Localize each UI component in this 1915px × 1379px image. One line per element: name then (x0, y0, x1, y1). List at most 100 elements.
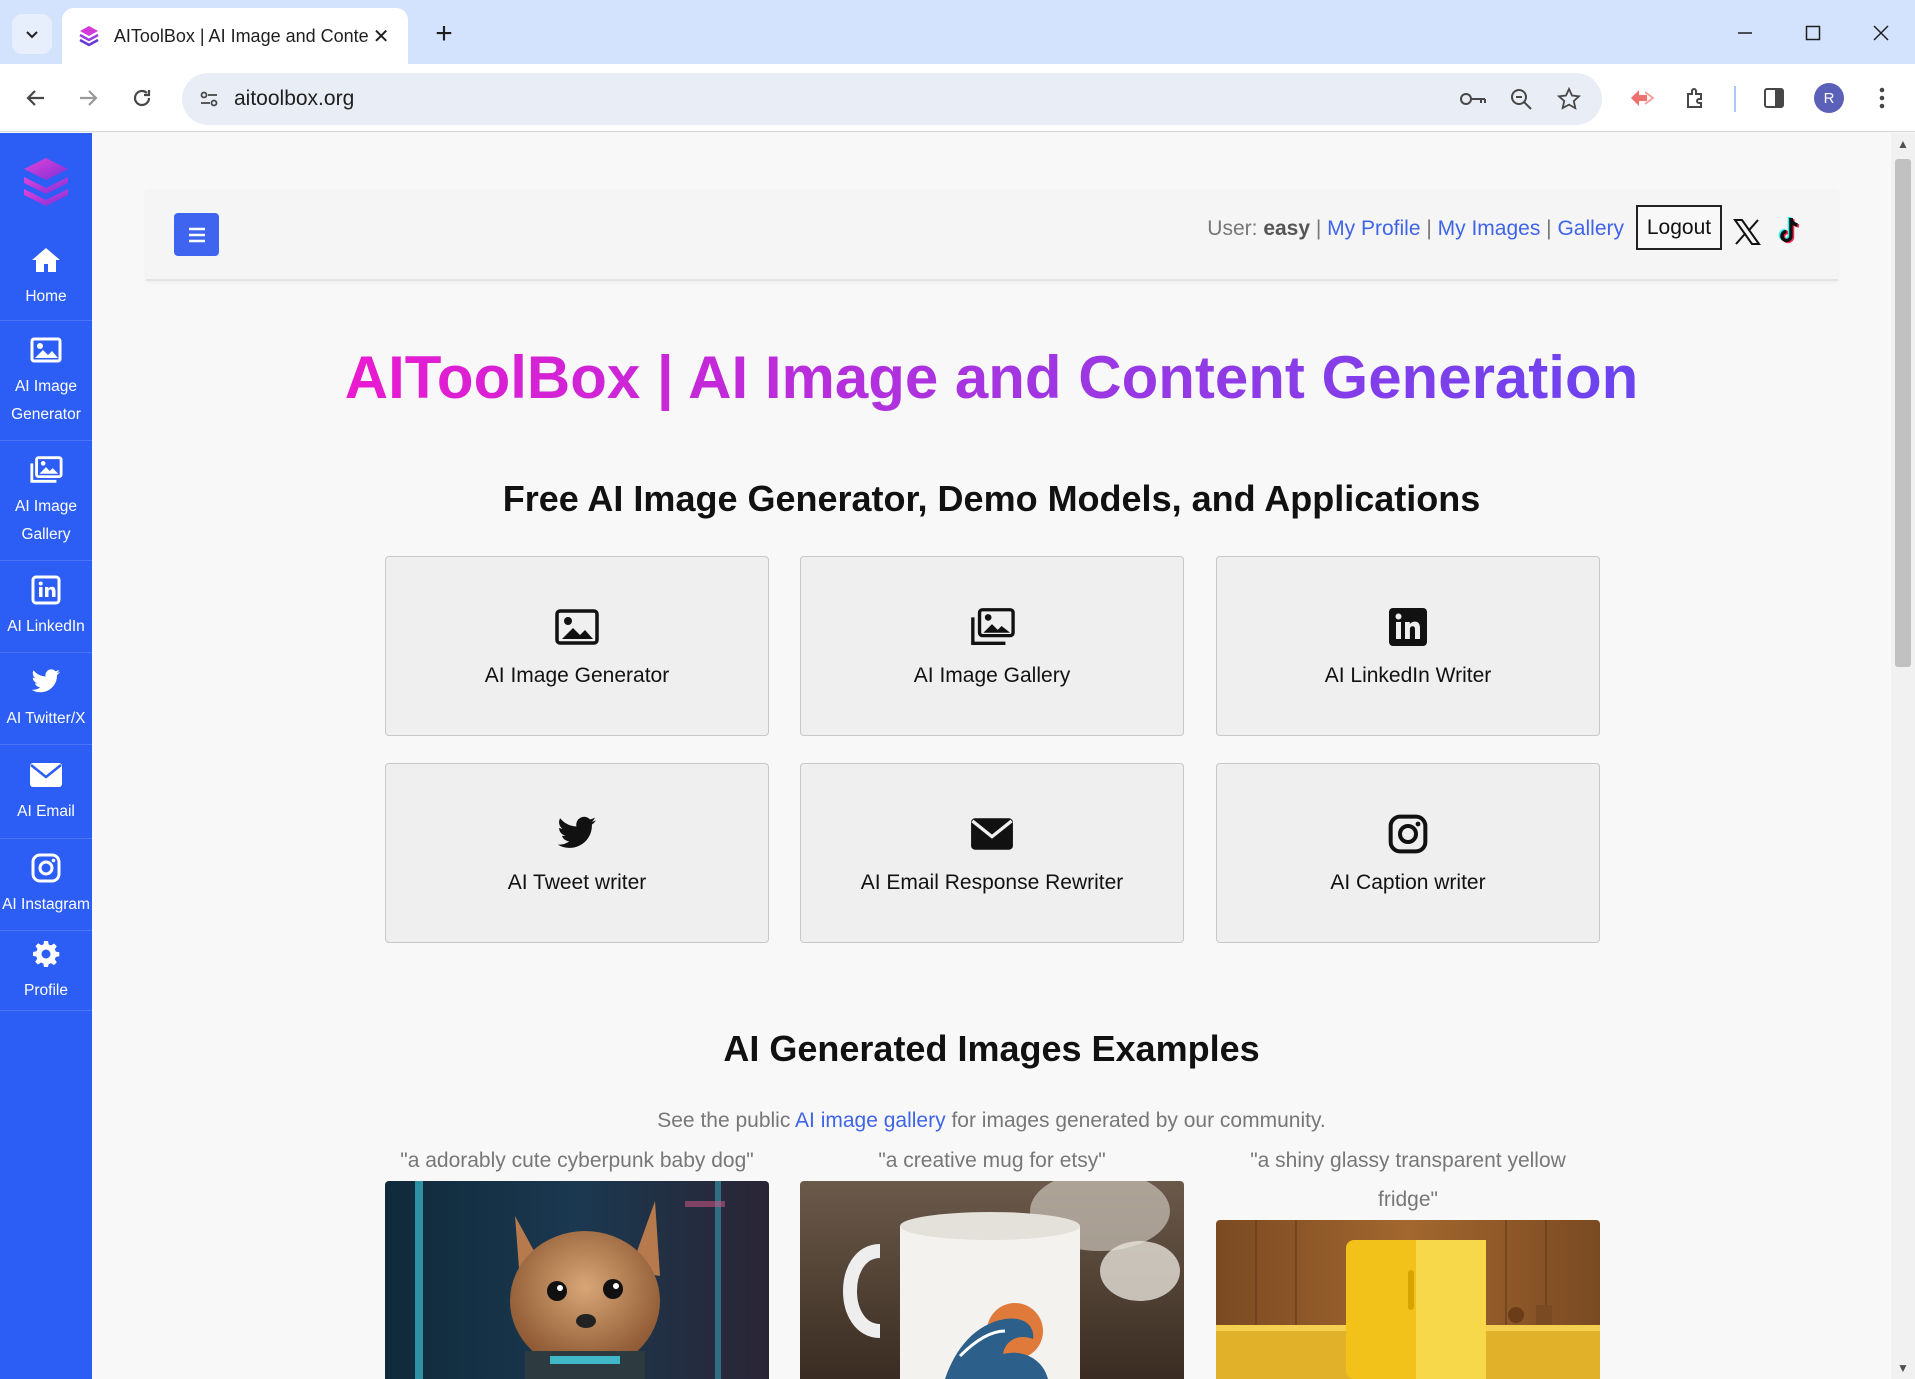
sidebar-item-label: AI Instagram (2, 895, 90, 913)
scroll-down-arrow-icon[interactable]: ▼ (1897, 1361, 1909, 1375)
user-prefix: User: (1207, 217, 1264, 240)
card-label: AI LinkedIn Writer (1324, 664, 1492, 687)
images-icon (969, 604, 1015, 650)
page-title: AIToolBox | AI Image and Content Generat… (92, 343, 1891, 412)
example-image-mug[interactable] (800, 1181, 1184, 1379)
sidebar-item-label: AI LinkedIn (7, 617, 85, 635)
minimize-button[interactable] (1710, 10, 1780, 56)
sidebar-item-ai-twitter[interactable]: AI Twitter/X (0, 653, 92, 745)
sidebar-item-ai-email[interactable]: AI Email (0, 745, 92, 839)
forward-button[interactable] (68, 78, 108, 118)
scroll-thumb[interactable] (1895, 159, 1911, 667)
site-info-icon[interactable] (196, 86, 222, 112)
menu-toggle-button[interactable] (174, 213, 219, 256)
sidebar-item-ai-linkedin[interactable]: AI LinkedIn (0, 561, 92, 653)
x-logo-icon[interactable] (1732, 217, 1762, 247)
top-nav-bar: User: easy | My Profile | My Images | Ga… (146, 189, 1838, 281)
examples-heading: AI Generated Images Examples (723, 1028, 1260, 1069)
card-label: AI Tweet writer (507, 871, 647, 894)
card-ai-image-gallery[interactable]: AI Image Gallery (800, 556, 1184, 736)
sidebar-item-profile[interactable]: Profile (0, 931, 92, 1011)
images-icon (29, 453, 63, 487)
maximize-icon (1805, 25, 1821, 41)
example-image-fridge[interactable] (1216, 1220, 1600, 1379)
extensions-puzzle-icon[interactable] (1674, 76, 1718, 120)
tab-close-icon[interactable]: ✕ (368, 24, 394, 49)
tab-search-button[interactable] (12, 14, 52, 54)
separator: | (1540, 217, 1558, 240)
card-label: AI Caption writer (1330, 871, 1486, 894)
profile-avatar-button[interactable]: R (1807, 76, 1851, 120)
gear-icon (29, 937, 63, 971)
page-scrollbar[interactable]: ▲ ▼ (1891, 133, 1915, 1379)
sidebar: Home AI Image Generator AI Image Gallery… (0, 133, 92, 1379)
chevron-down-icon (26, 31, 38, 39)
avatar: R (1814, 83, 1844, 113)
toolbar-divider (1734, 86, 1736, 112)
example-caption: "a shiny glassy transparent yellow fridg… (1250, 1149, 1566, 1211)
envelope-icon (969, 811, 1015, 857)
my-profile-link[interactable]: My Profile (1327, 217, 1420, 240)
logo-stack-icon (24, 158, 68, 206)
tab-strip: AIToolBox | AI Image and Conte ✕ + (0, 0, 1915, 64)
close-icon (1873, 25, 1889, 41)
sidebar-item-home[interactable]: Home (0, 233, 92, 321)
sidebar-item-label: AI Email (17, 802, 75, 820)
image-icon (554, 604, 600, 650)
scroll-up-arrow-icon[interactable]: ▲ (1897, 137, 1909, 151)
back-button[interactable] (16, 78, 56, 118)
sidebar-item-label: Home (25, 287, 67, 305)
section-subtitle: Free AI Image Generator, Demo Models, an… (502, 478, 1481, 519)
arrow-right-icon (80, 90, 98, 106)
separator: | (1310, 217, 1328, 240)
my-images-link[interactable]: My Images (1438, 217, 1541, 240)
linkedin-icon (1385, 604, 1431, 650)
example-image-dog[interactable] (385, 1181, 769, 1379)
side-panel-icon[interactable] (1752, 76, 1796, 120)
url-text: aitoolbox.org (234, 87, 355, 110)
site-favicon-icon (76, 23, 102, 49)
home-icon (29, 243, 63, 277)
card-ai-image-generator[interactable]: AI Image Generator (385, 556, 769, 736)
new-tab-button[interactable]: + (424, 14, 464, 54)
card-ai-caption-writer[interactable]: AI Caption writer (1216, 763, 1600, 943)
user-links: User: easy | My Profile | My Images | Ga… (1207, 217, 1624, 241)
arrow-left-icon (26, 90, 44, 106)
card-ai-email-response-rewriter[interactable]: AI Email Response Rewriter (800, 763, 1184, 943)
example-caption: "a creative mug for etsy" (878, 1149, 1106, 1172)
active-tab[interactable]: AIToolBox | AI Image and Conte ✕ (62, 8, 408, 64)
sidebar-item-ai-image-gallery[interactable]: AI Image Gallery (0, 441, 92, 561)
minimize-icon (1738, 32, 1752, 34)
page-viewport: Home AI Image Generator AI Image Gallery… (0, 133, 1915, 1379)
page-title-text: AIToolBox | AI Image and Content Generat… (344, 344, 1639, 411)
ai-image-gallery-link[interactable]: AI image gallery (795, 1109, 946, 1132)
tiktok-icon[interactable] (1774, 215, 1804, 247)
gallery-note-prefix: See the public (657, 1109, 796, 1132)
sidebar-item-label: Profile (24, 981, 68, 999)
bookmark-star-icon[interactable] (1554, 83, 1584, 115)
address-bar[interactable]: aitoolbox.org (182, 73, 1602, 125)
hamburger-icon (188, 227, 205, 242)
image-icon (29, 333, 63, 367)
gallery-link[interactable]: Gallery (1557, 217, 1624, 240)
close-window-button[interactable] (1846, 10, 1915, 56)
sidebar-item-label: AI Image Generator (11, 377, 81, 423)
zoom-icon[interactable] (1506, 83, 1536, 115)
key-icon[interactable] (1458, 83, 1488, 115)
card-ai-tweet-writer[interactable]: AI Tweet writer (385, 763, 769, 943)
sidebar-item-ai-image-generator[interactable]: AI Image Generator (0, 321, 92, 441)
sidebar-item-ai-instagram[interactable]: AI Instagram (0, 839, 92, 931)
envelope-icon (29, 758, 63, 792)
browser-menu-icon[interactable] (1860, 76, 1904, 120)
extension-arrow-icon[interactable] (1620, 76, 1664, 120)
linkedin-icon (29, 573, 63, 607)
browser-toolbar: aitoolbox.org R (0, 64, 1915, 132)
twitter-icon (29, 665, 63, 699)
card-label: AI Email Response Rewriter (860, 871, 1124, 894)
example-caption: "a adorably cute cyberpunk baby dog" (400, 1149, 754, 1172)
reload-button[interactable] (122, 78, 162, 118)
logout-button[interactable]: Logout (1636, 205, 1722, 250)
app-logo[interactable] (0, 133, 92, 233)
maximize-button[interactable] (1778, 10, 1848, 56)
card-ai-linkedin-writer[interactable]: AI LinkedIn Writer (1216, 556, 1600, 736)
